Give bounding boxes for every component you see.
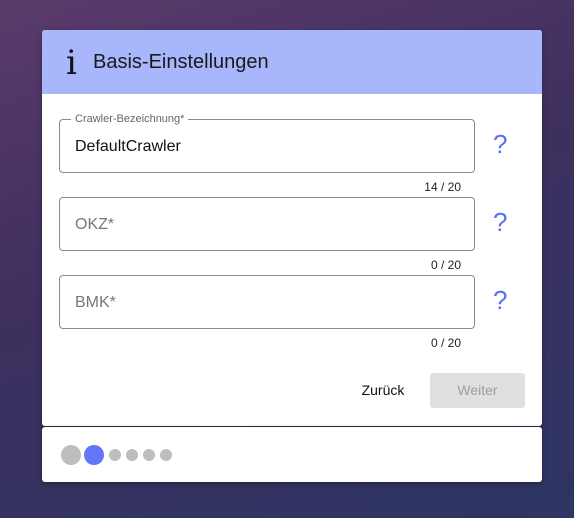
step-indicator (42, 427, 542, 482)
step-dot-2-active (84, 445, 104, 465)
card-header: i Basis-Einstellungen (42, 30, 542, 94)
bmk-field[interactable]: BMK* (59, 275, 475, 329)
next-button[interactable]: Weiter (430, 373, 525, 408)
card-title: Basis-Einstellungen (93, 51, 269, 73)
okz-help-icon[interactable]: ? (493, 208, 507, 236)
okz-placeholder[interactable]: OKZ* (75, 216, 114, 234)
step-dot-1 (61, 445, 81, 465)
bmk-placeholder[interactable]: BMK* (75, 294, 116, 312)
bmk-counter: 0 / 20 (430, 336, 461, 350)
crawler-name-counter: 14 / 20 (424, 180, 461, 194)
crawler-name-value[interactable]: DefaultCrawler (75, 138, 181, 156)
back-button[interactable]: Zurück (352, 373, 414, 407)
crawler-name-help-icon[interactable]: ? (493, 130, 507, 158)
crawler-name-field[interactable]: Crawler-Bezeichnung* DefaultCrawler (59, 113, 475, 173)
info-icon: i (66, 43, 77, 83)
okz-counter: 0 / 20 (430, 258, 461, 272)
okz-field[interactable]: OKZ* (59, 197, 475, 251)
bmk-help-icon[interactable]: ? (493, 286, 507, 314)
step-dot-4 (126, 449, 138, 461)
step-dot-3 (109, 449, 121, 461)
crawler-name-label: Crawler-Bezeichnung* (71, 113, 189, 126)
settings-card: i Basis-Einstellungen Crawler-Bezeichnun… (42, 30, 542, 426)
step-dot-6 (160, 449, 172, 461)
step-dot-5 (143, 449, 155, 461)
